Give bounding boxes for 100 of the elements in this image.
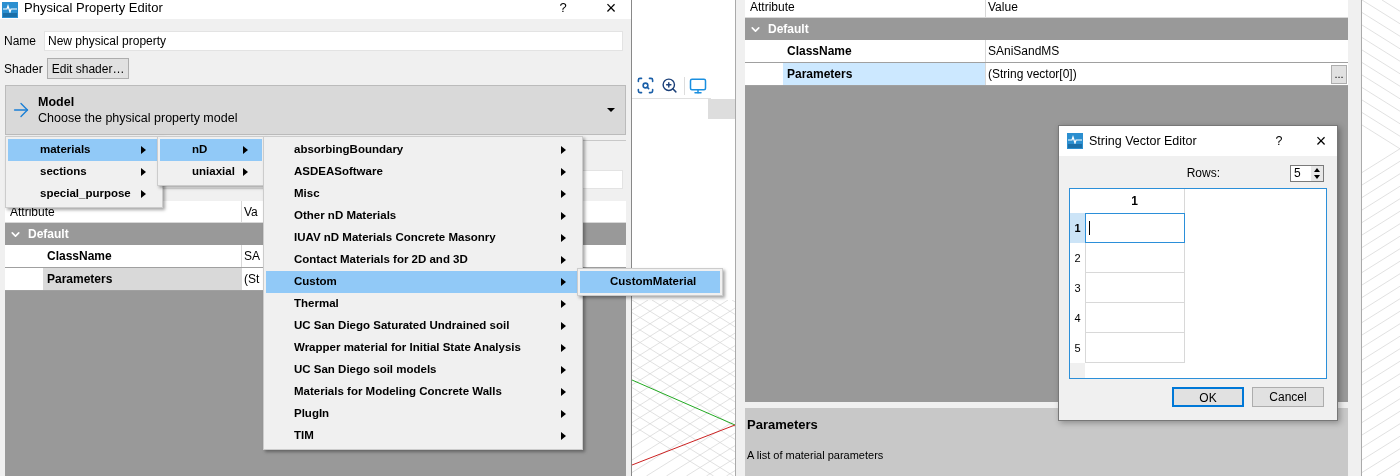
menu-item[interactable]: Wrapper material for Initial State Analysis [266,337,580,359]
description-title: Parameters [747,416,819,434]
menu-item[interactable]: Misc [266,183,580,205]
row-header[interactable]: 5 [1070,333,1085,363]
row-header[interactable]: 4 [1070,303,1085,333]
rows-spinbox[interactable]: 5 [1290,164,1324,182]
model-selector[interactable]: Model Choose the physical property model [5,85,626,135]
group-label: Default [28,226,69,243]
menu-item[interactable]: Thermal [266,293,580,315]
menu-item[interactable]: PlugIn [266,403,580,425]
submenu-arrow-icon [141,190,146,198]
column-header: Attribute [9,203,56,221]
menu-item-label: Contact Materials for 2D and 3D [294,252,469,268]
submenu-arrow-icon [561,432,566,440]
menu-item-label: UC San Diego soil models [294,362,438,378]
group-label: Default [768,21,809,38]
attribute-name[interactable]: Parameters [43,268,241,290]
window-title: Physical Property Editor [24,0,164,17]
help-button[interactable]: ? [1271,131,1287,151]
menu-item-label: materials [40,142,92,158]
menu-item-label: UC San Diego Saturated Undrained soil [294,318,511,334]
column-header: Attribute [749,0,796,16]
attribute-value: (St [243,271,261,288]
name-field[interactable]: New physical property [44,31,623,51]
submenu-arrow-icon [561,344,566,352]
submenu-arrow-icon [561,278,566,286]
menu-item[interactable]: absorbingBoundary [266,139,580,161]
submenu-arrow-icon [561,256,566,264]
close-button[interactable]: × [1313,132,1329,150]
menu-item-label: TIM [294,428,315,444]
spinner-arrows-icon[interactable] [1311,165,1323,181]
model-subtitle: Choose the physical property model [38,110,239,126]
close-button[interactable]: × [601,0,621,17]
row-header[interactable]: 1 [1070,213,1085,243]
attribute-value: SA [243,248,261,265]
row-header[interactable]: 3 [1070,273,1085,303]
menu-item[interactable]: nD [160,139,262,161]
table-cell[interactable] [1085,213,1185,243]
submenu-arrow-icon [561,212,566,220]
attribute-value: SAniSandMS [987,43,1061,60]
description-text: A list of material parameters [747,447,885,463]
attribute-name[interactable]: Parameters [783,63,985,85]
menu-item[interactable]: Contact Materials for 2D and 3D [266,249,580,271]
submenu-arrow-icon [561,366,566,374]
menu-item[interactable]: special_purpose [8,183,160,205]
monitor-icon[interactable] [684,76,707,95]
menu-item-label: PlugIn [294,406,331,422]
menu-item[interactable]: uniaxial [160,161,262,183]
submenu-arrow-icon [243,168,248,176]
submenu-arrow-icon [561,146,566,154]
app-logo-icon [1067,133,1083,149]
menu-item[interactable]: ASDEASoftware [266,161,580,183]
shader-label: Shader [4,60,43,78]
menu-item-label: Custom [294,274,338,290]
submenu-arrow-icon [561,300,566,308]
column-header: 1 [1085,189,1185,213]
menu-item-label: CustomMaterial [610,274,698,290]
rows-label: Rows: [1186,165,1220,182]
menu-item-label: special_purpose [40,186,132,202]
row-header[interactable]: 2 [1070,243,1085,273]
menu-item-label: uniaxial [192,164,236,180]
dialog-button[interactable]: Cancel [1252,387,1324,407]
help-button[interactable]: ? [553,0,573,18]
dialog-title: String Vector Editor [1089,132,1198,150]
menu-item-label: Misc [294,186,321,202]
menu-item-label: Wrapper material for Initial State Analysis [294,340,522,356]
name-label: Name [4,33,36,50]
menu-item[interactable]: Materials for Modeling Concrete Walls [266,381,580,403]
menu-item[interactable]: materials [8,139,160,161]
model-title: Model [38,94,76,110]
menu-item[interactable]: CustomMaterial [580,271,720,293]
scroll-bar[interactable] [708,99,735,119]
edit-shader-button[interactable]: Edit shader… [46,58,130,79]
zoom-fit-icon[interactable] [636,76,655,95]
submenu-arrow-icon [561,410,566,418]
zoom-in-icon[interactable] [661,77,678,94]
submenu-arrow-icon [141,168,146,176]
submenu-arrow-icon [243,146,248,154]
browse-button[interactable]: ... [1331,64,1347,84]
menu-item-label: nD [192,142,209,158]
attribute-name[interactable]: ClassName [783,40,985,62]
column-header: Value [985,0,1020,17]
dialog-button[interactable]: OK [1172,387,1244,407]
menu-item-label: Other nD Materials [294,208,398,224]
menu-item-label: Materials for Modeling Concrete Walls [294,384,503,400]
menu-item-label: IUAV nD Materials Concrete Masonry [294,230,497,246]
menu-item[interactable]: sections [8,161,160,183]
menu-item[interactable]: UC San Diego soil models [266,359,580,381]
submenu-arrow-icon [561,322,566,330]
attribute-value: (String vector[0]) [987,66,1078,83]
column-header: Va [241,201,260,222]
menu-item-label: Thermal [294,296,340,312]
menu-item[interactable]: Custom [266,271,580,293]
submenu-arrow-icon [561,190,566,198]
submenu-arrow-icon [561,388,566,396]
menu-item[interactable]: TIM [266,425,580,447]
caret-icon [607,106,615,114]
menu-item[interactable]: UC San Diego Saturated Undrained soil [266,315,580,337]
submenu-arrow-icon [561,234,566,242]
attribute-name[interactable]: ClassName [43,245,241,267]
